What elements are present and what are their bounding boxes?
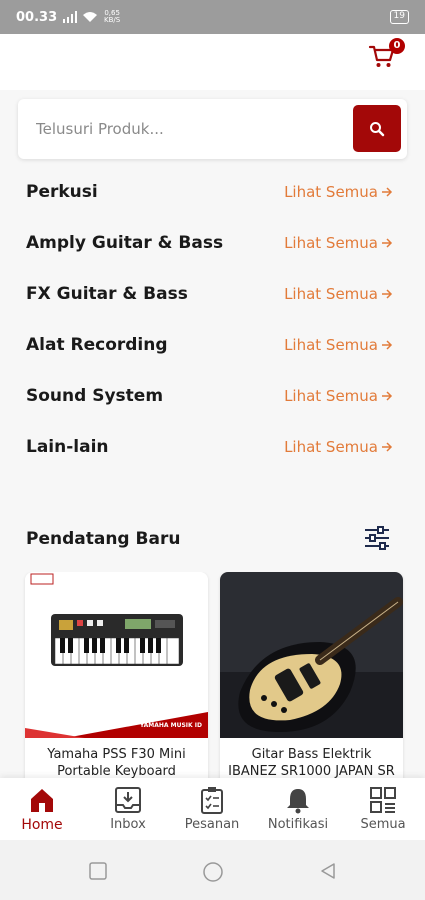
arrow-right-icon	[382, 391, 393, 401]
nav-orders[interactable]: Pesanan	[172, 786, 252, 838]
category-name: FX Guitar & Bass	[26, 284, 188, 304]
category-row-perkusi: Perkusi Lihat Semua	[0, 170, 425, 221]
see-all-label: Lihat Semua	[284, 183, 378, 201]
product-title: Gitar Bass Elektrik IBANEZ SR1000 JAPAN …	[228, 747, 395, 778]
nav-notifications[interactable]: Notifikasi	[258, 786, 338, 838]
nav-label: Semua	[360, 817, 406, 832]
product-image-keyboard: YAMAHA MUSIK ID	[25, 572, 208, 738]
see-all-label: Lihat Semua	[284, 387, 378, 405]
signal-icon	[63, 11, 78, 23]
new-arrivals-title: Pendatang Baru	[26, 529, 181, 549]
nav-label: Notifikasi	[267, 817, 329, 832]
bottom-navigation: Home Inbox Pesanan Notifikasi Semua	[0, 778, 425, 840]
product-card[interactable]: YAMAHA MUSIK ID Yamaha PSS F30 Mini Port…	[25, 572, 208, 778]
grid-icon	[370, 787, 396, 813]
cart-button[interactable]: 0	[367, 38, 405, 74]
product-title: Yamaha PSS F30 Mini Portable Keyboard	[47, 747, 186, 778]
sliders-icon	[365, 526, 389, 550]
clipboard-icon	[201, 787, 223, 814]
see-all-link-fx[interactable]: Lihat Semua	[284, 285, 393, 303]
see-all-label: Lihat Semua	[284, 285, 378, 303]
product-carousel: YAMAHA MUSIK ID Yamaha PSS F30 Mini Port…	[0, 572, 425, 778]
category-row-amply: Amply Guitar & Bass Lihat Semua	[0, 221, 425, 272]
filter-button[interactable]	[363, 524, 391, 552]
category-name: Alat Recording	[26, 335, 168, 355]
arrow-right-icon	[382, 340, 393, 350]
product-image-overlay-text: YAMAHA MUSIK ID	[139, 722, 202, 729]
status-bar: 00.33 0,65 KB/S 19	[0, 0, 425, 34]
arrow-right-icon	[382, 442, 393, 452]
see-all-link-amply[interactable]: Lihat Semua	[284, 234, 393, 252]
home-icon	[31, 789, 53, 812]
see-all-link-sound-system[interactable]: Lihat Semua	[284, 387, 393, 405]
home-system-button[interactable]	[202, 861, 224, 883]
arrow-right-icon	[382, 187, 393, 197]
see-all-label: Lihat Semua	[284, 336, 378, 354]
see-all-label: Lihat Semua	[284, 234, 378, 252]
cart-count-badge: 0	[389, 38, 405, 54]
category-row-lain-lain: Lain-lain Lihat Semua	[0, 425, 425, 476]
inbox-icon	[115, 787, 141, 813]
category-name: Sound System	[26, 386, 164, 406]
category-row-sound-system: Sound System Lihat Semua	[0, 374, 425, 425]
app-header: 0	[0, 34, 425, 90]
bell-icon	[287, 789, 309, 814]
network-speed: 0,65 KB/S	[104, 9, 121, 24]
search-icon	[370, 121, 385, 136]
nav-all[interactable]: Semua	[343, 786, 423, 838]
status-time: 00.33	[16, 9, 58, 25]
category-row-recording: Alat Recording Lihat Semua	[0, 323, 425, 374]
product-image-bass-guitar	[220, 572, 403, 738]
arrow-right-icon	[382, 289, 393, 299]
see-all-link-recording[interactable]: Lihat Semua	[284, 336, 393, 354]
arrow-right-icon	[382, 238, 393, 248]
category-name: Perkusi	[26, 182, 98, 202]
see-all-link-perkusi[interactable]: Lihat Semua	[284, 183, 393, 201]
nav-inbox[interactable]: Inbox	[88, 786, 168, 838]
category-row-fx: FX Guitar & Bass Lihat Semua	[0, 272, 425, 323]
category-name: Lain-lain	[26, 437, 109, 457]
back-system-button[interactable]	[319, 862, 337, 880]
see-all-link-lain-lain[interactable]: Lihat Semua	[284, 438, 393, 456]
wifi-icon	[83, 12, 98, 22]
nav-label: Home	[21, 817, 63, 833]
category-name: Amply Guitar & Bass	[26, 233, 224, 253]
search-button[interactable]	[353, 105, 401, 152]
recent-apps-button[interactable]	[89, 862, 107, 880]
nav-label: Pesanan	[184, 817, 240, 832]
nav-label: Inbox	[110, 817, 146, 832]
search-bar	[18, 99, 407, 159]
system-nav-bar	[0, 840, 425, 900]
nav-home[interactable]: Home	[2, 786, 82, 838]
search-input[interactable]	[36, 117, 336, 141]
battery-icon: 19	[389, 10, 409, 24]
product-card[interactable]: Gitar Bass Elektrik IBANEZ SR1000 JAPAN …	[220, 572, 403, 778]
see-all-label: Lihat Semua	[284, 438, 378, 456]
